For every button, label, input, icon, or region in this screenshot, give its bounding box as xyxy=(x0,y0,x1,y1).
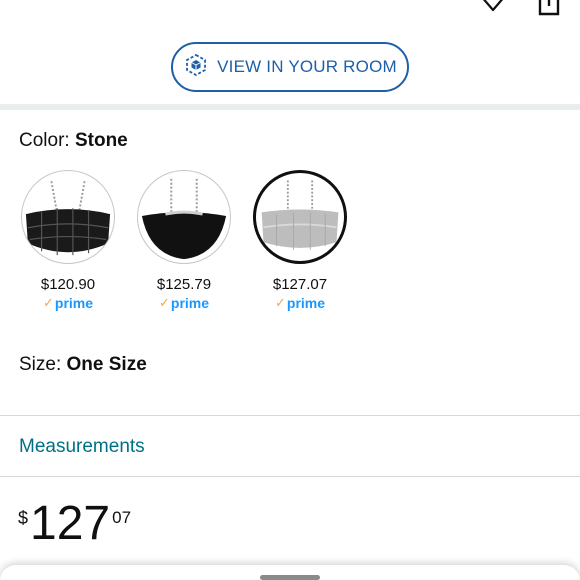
share-icon[interactable] xyxy=(536,0,562,18)
swatch-image xyxy=(253,170,347,264)
prime-label: prime xyxy=(286,295,326,311)
swatch-price: $125.79 xyxy=(156,276,212,293)
color-swatch-stone[interactable]: $127.07 ✓ prime xyxy=(252,170,348,311)
selected-color-value: Stone xyxy=(74,130,128,151)
prime-check-icon: ✓ xyxy=(42,295,54,310)
color-swatch-black-smooth[interactable]: $125.79 ✓ prime xyxy=(136,170,232,311)
cube-ar-icon xyxy=(183,52,209,83)
prime-label: prime xyxy=(54,295,94,311)
size-label-prefix: Size: xyxy=(19,354,67,375)
prime-check-icon: ✓ xyxy=(158,295,170,310)
swatch-price: $127.07 xyxy=(272,276,328,293)
section-divider xyxy=(0,104,580,110)
header-actions xyxy=(478,0,562,18)
color-swatch-list: $120.90 ✓ prime $125.79 ✓ prime $127.07 ✓ p… xyxy=(20,170,348,311)
size-selector-label: Size: One Size xyxy=(19,354,147,376)
price-fraction: 07 xyxy=(112,508,132,527)
sheet-drag-handle[interactable] xyxy=(260,575,320,580)
color-selector-label: Color: Stone xyxy=(19,130,128,152)
prime-check-icon: ✓ xyxy=(274,295,286,310)
swatch-image xyxy=(137,170,231,264)
divider xyxy=(0,476,580,477)
price-whole: 127 xyxy=(30,497,111,550)
prime-badge: ✓ prime xyxy=(275,295,325,311)
view-in-your-room-button[interactable]: VIEW IN YOUR ROOM xyxy=(171,42,409,92)
color-swatch-black-quilted[interactable]: $120.90 ✓ prime xyxy=(20,170,116,311)
prime-badge: ✓ prime xyxy=(43,295,93,311)
selected-size-value: One Size xyxy=(66,354,147,375)
prime-label: prime xyxy=(170,295,210,311)
color-label-prefix: Color: xyxy=(19,130,75,151)
divider xyxy=(0,415,580,416)
view-in-your-room-label: VIEW IN YOUR ROOM xyxy=(217,57,397,76)
price-currency-symbol: $ xyxy=(18,508,29,528)
heart-icon[interactable] xyxy=(478,0,508,18)
swatch-image xyxy=(21,170,115,264)
product-price: $ 127 07 xyxy=(18,498,131,550)
prime-badge: ✓ prime xyxy=(159,295,209,311)
measurements-link[interactable]: Measurements xyxy=(19,436,145,458)
swatch-price: $120.90 xyxy=(40,276,96,293)
bottom-sheet[interactable] xyxy=(0,565,580,580)
